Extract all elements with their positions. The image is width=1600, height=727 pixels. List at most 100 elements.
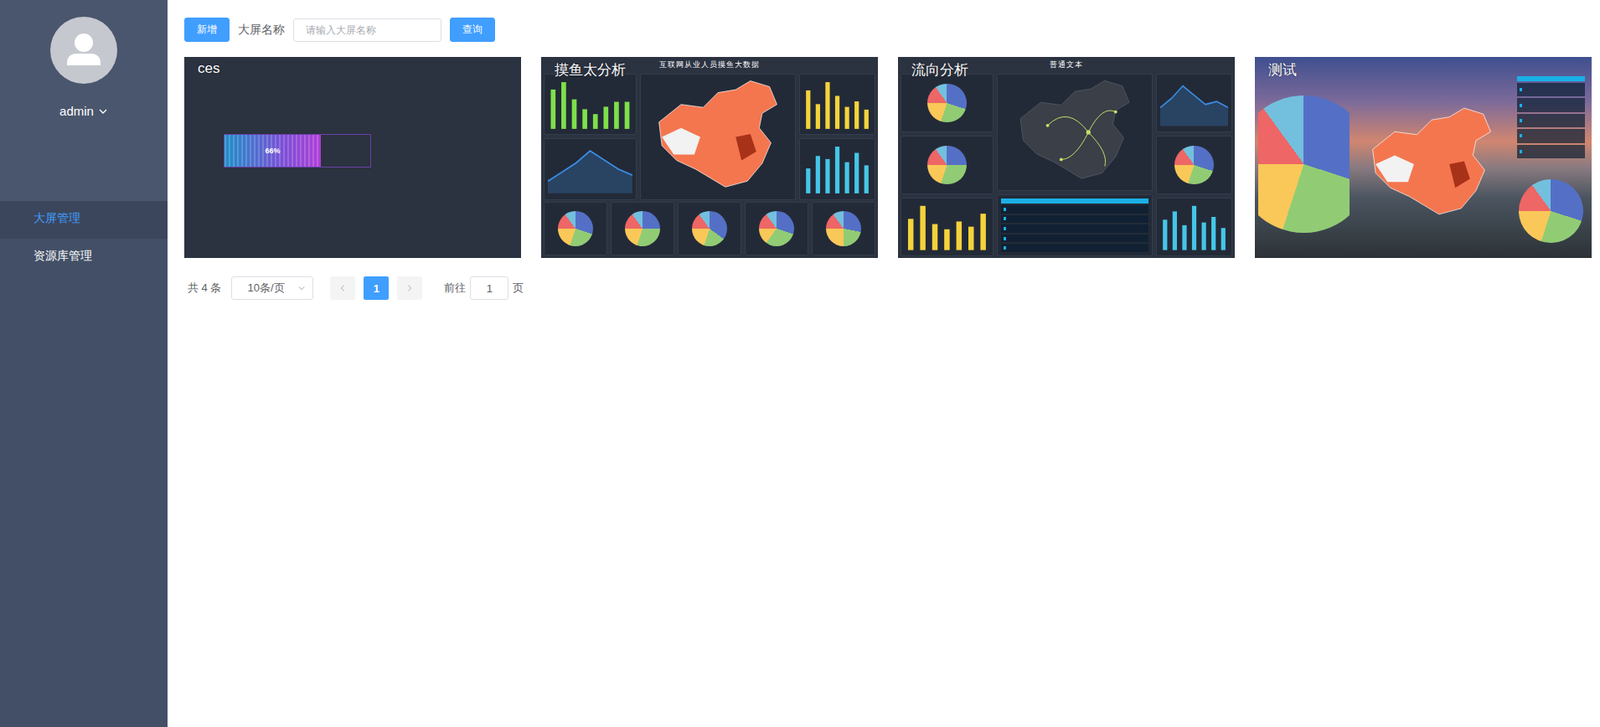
- chart-bar: [624, 102, 630, 130]
- table-header: [1001, 198, 1149, 204]
- dashboard-column: [1512, 72, 1590, 257]
- dashboard-bottom-row: [541, 201, 878, 259]
- chart-bar: [825, 159, 830, 194]
- map-region: [661, 128, 701, 155]
- app-page: admin大屏管理资源库管理新增大屏名称查询66%ces互联网从业人员摸鱼大数据…: [0, 0, 1600, 727]
- screen-card[interactable]: 66%ces: [184, 56, 522, 259]
- bar-chart: [803, 142, 872, 196]
- pager: 1: [330, 276, 423, 300]
- dashboard-column: [900, 73, 994, 257]
- chart-bar: [944, 229, 950, 251]
- chart-bar: [980, 213, 986, 250]
- map-region: [1375, 154, 1415, 182]
- flow-map: [1001, 77, 1149, 187]
- pie-chart: [691, 211, 728, 247]
- avatar-icon[interactable]: [50, 16, 118, 84]
- line-chart: [547, 142, 633, 196]
- bar-chart: [803, 77, 872, 131]
- pagination: 共 4 条10条/页1前往页: [184, 276, 1584, 300]
- pie-chart: [624, 211, 661, 247]
- add-button[interactable]: 新增: [184, 17, 230, 42]
- flow-dot: [1045, 123, 1049, 128]
- chart-bar: [582, 108, 588, 129]
- pie-chart: [1174, 145, 1214, 186]
- chart-line: [1160, 86, 1229, 109]
- map-region: [1372, 108, 1491, 215]
- china-map: [644, 77, 792, 197]
- progress-label: 66%: [264, 146, 280, 155]
- row-marker: [1003, 246, 1007, 250]
- pie-chart: [1257, 95, 1351, 233]
- chart-bar: [968, 227, 974, 251]
- chart-panel: [1353, 72, 1510, 257]
- flow-line: [1047, 110, 1115, 167]
- row-marker: [1003, 237, 1007, 241]
- table-row: [1517, 82, 1585, 97]
- table-row: [1001, 215, 1149, 224]
- pie-chart: [557, 211, 594, 247]
- dashboard-column: [1257, 72, 1351, 257]
- sidebar-menu: 大屏管理资源库管理: [0, 201, 168, 277]
- chart-bar: [805, 90, 811, 130]
- chart-bar: [864, 109, 869, 130]
- flow-dot: [1086, 129, 1091, 135]
- chart-panel: [900, 135, 994, 195]
- bar-chart: [547, 77, 633, 131]
- chevron-right-icon: [405, 283, 414, 293]
- table-row: [1517, 129, 1585, 143]
- dashboard-column: [996, 73, 1153, 257]
- row-marker: [1519, 87, 1523, 92]
- table-row: [1517, 113, 1585, 128]
- chart-bar: [844, 162, 849, 194]
- chart-bar: [561, 82, 567, 130]
- sidebar-item[interactable]: 资源库管理: [0, 238, 168, 277]
- goto-page-input[interactable]: [469, 276, 509, 300]
- page-number[interactable]: 1: [363, 276, 389, 300]
- row-marker: [1519, 134, 1523, 138]
- chart-bar: [919, 206, 925, 251]
- chart-bar: [835, 146, 840, 194]
- pie-chart: [927, 83, 967, 124]
- dashboard-column: [1353, 72, 1510, 257]
- query-button[interactable]: 查询: [449, 17, 496, 42]
- screen-card[interactable]: 互联网从业人员摸鱼大数据摸鱼太分析: [541, 56, 878, 259]
- chart-panel: [900, 73, 994, 133]
- screen-thumbnail: 互联网从业人员摸鱼大数据摸鱼太分析: [541, 56, 878, 259]
- search-input[interactable]: [293, 18, 442, 42]
- line-chart: [1160, 77, 1229, 129]
- chart-bar: [614, 102, 620, 130]
- chart-panel: [610, 201, 675, 256]
- chart-bar: [1192, 206, 1197, 251]
- next-page-button[interactable]: [397, 276, 423, 300]
- dashboard-body: [898, 72, 1235, 259]
- screen-thumbnail: 测试: [1254, 56, 1592, 259]
- pie-chart: [927, 145, 967, 186]
- chart-panel: [1512, 165, 1590, 257]
- chart-bar: [956, 221, 962, 250]
- chart-bar: [815, 103, 821, 130]
- chart-bar: [864, 165, 869, 194]
- chart-bar: [805, 169, 811, 195]
- chart-panel: [1156, 73, 1233, 133]
- bar-chart: [904, 201, 990, 253]
- sidebar-item[interactable]: 大屏管理: [0, 201, 168, 239]
- chart-panel: [900, 197, 994, 257]
- china-map: [1357, 76, 1506, 253]
- screen-name: 测试: [1268, 60, 1297, 80]
- username: admin: [59, 103, 94, 119]
- progress-widget: 66%: [184, 56, 522, 168]
- flow-dot: [1114, 110, 1118, 114]
- page-size-select[interactable]: 10条/页: [231, 276, 314, 300]
- dashboard-column: [543, 73, 637, 201]
- pie-chart: [1518, 179, 1583, 243]
- user-menu[interactable]: admin: [59, 103, 109, 119]
- prev-page-button[interactable]: [330, 276, 356, 300]
- screen-card[interactable]: 测试: [1254, 56, 1592, 259]
- goto-label: 前往: [443, 280, 466, 296]
- chart-panel: [744, 201, 809, 256]
- map-region: [658, 81, 777, 188]
- chart-bar: [1201, 222, 1206, 251]
- table-row: [1517, 144, 1585, 159]
- screen-card[interactable]: 普通文本流向分析: [898, 56, 1235, 259]
- screen-thumbnail: 普通文本流向分析: [898, 56, 1235, 259]
